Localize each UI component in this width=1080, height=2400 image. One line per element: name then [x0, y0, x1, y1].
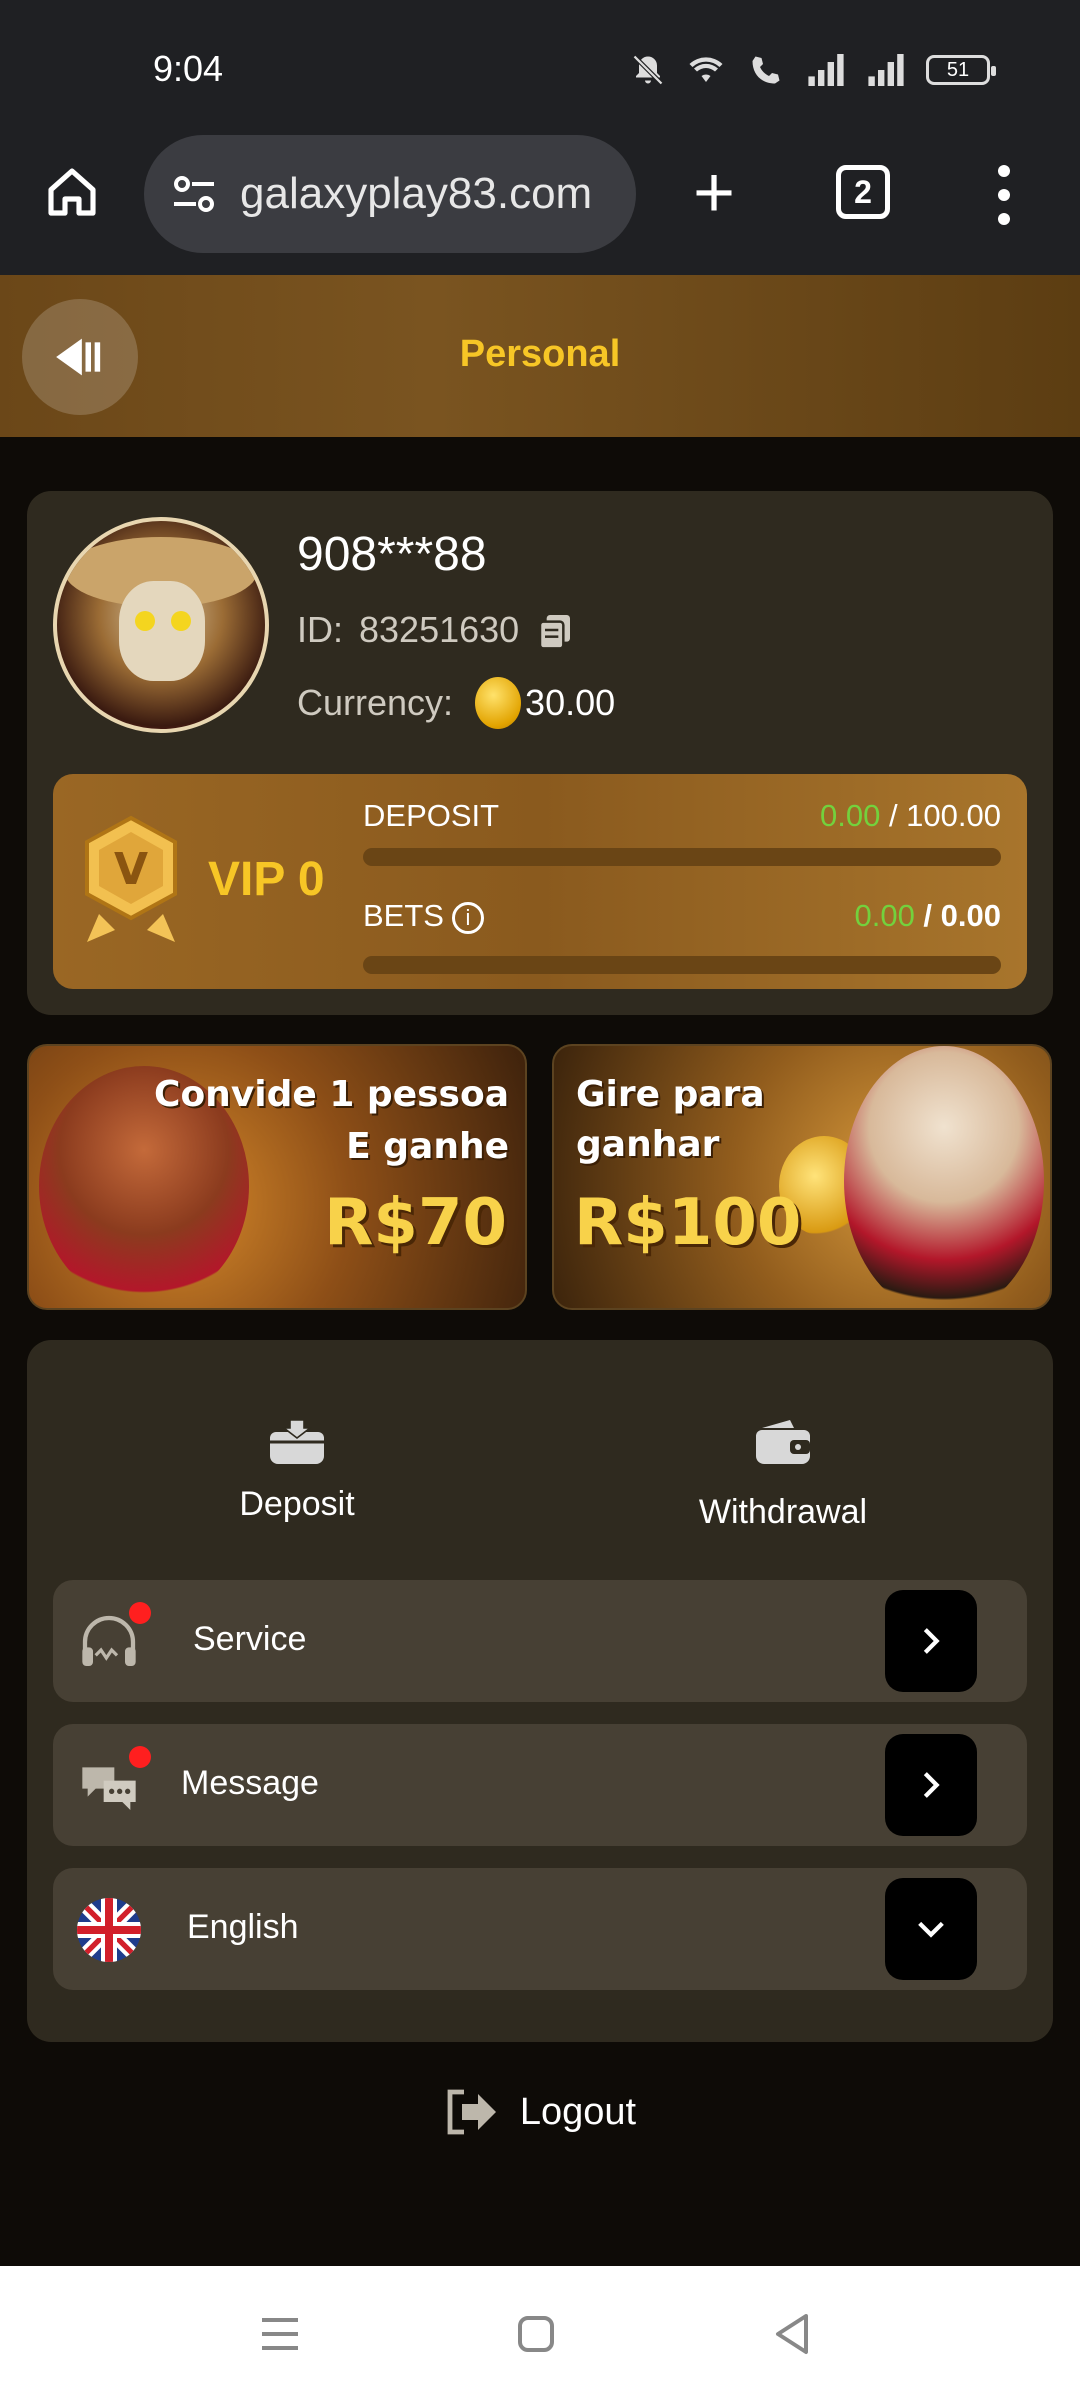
info-icon[interactable]: i: [451, 901, 484, 934]
currency-label: Currency:: [297, 682, 454, 723]
vip-progress-box: V VIP 0 DEPOSIT 0.00 / 100.00 BETS i 0.00…: [53, 774, 1027, 989]
uk-flag-icon: [77, 1898, 141, 1962]
spin-banner-line1: Gire para: [576, 1074, 765, 1115]
old-man-mascot-image: [844, 1046, 1044, 1308]
wifi-call-icon: [752, 56, 780, 84]
mute-icon: [632, 54, 664, 86]
bets-target: / 0.00: [914, 898, 1001, 933]
url-text: galaxyplay83.com: [240, 169, 593, 218]
language-row[interactable]: English: [53, 1868, 1027, 1990]
home-button[interactable]: [40, 160, 104, 224]
deposit-progress-bar: [363, 848, 1001, 866]
id-value: 83251630: [359, 609, 520, 650]
message-row[interactable]: Message: [53, 1724, 1027, 1846]
language-dropdown-button[interactable]: [885, 1878, 977, 1980]
status-icons: 51: [630, 52, 996, 88]
avatar[interactable]: [53, 517, 269, 733]
chevron-down-icon: [918, 1921, 944, 1938]
invite-banner[interactable]: Convide 1 pessoa E ganhe R$70: [27, 1044, 527, 1310]
bets-progress-bar: [363, 956, 1001, 974]
coin-icon: [475, 677, 522, 729]
service-notification-dot: [129, 1602, 151, 1624]
deposit-current: 0.00: [820, 798, 881, 833]
spin-banner[interactable]: Gire para ganhar R$100: [552, 1044, 1052, 1310]
page-title: Personal: [459, 333, 621, 375]
message-open-button[interactable]: [885, 1734, 977, 1836]
browser-menu-button[interactable]: [990, 165, 1018, 225]
back-nav-icon[interactable]: [768, 2310, 816, 2358]
withdrawal-button[interactable]: Withdrawal: [633, 1420, 933, 1532]
invite-banner-line1: Convide 1 pessoa: [154, 1074, 509, 1115]
user-id-row: ID: 83251630: [297, 609, 575, 651]
balance-value: 30.00: [525, 682, 616, 723]
bets-label: BETS: [363, 898, 444, 933]
logout-button[interactable]: Logout: [0, 2088, 1080, 2136]
deposit-value: 0.00 / 100.00: [820, 798, 1001, 834]
message-label: Message: [181, 1764, 319, 1802]
home-icon: [48, 168, 96, 216]
vip-level: VIP 0: [208, 853, 325, 906]
profile-card: 908***88 ID: 83251630 Currency: 30.00 V …: [27, 491, 1053, 1015]
status-time: 9:04: [153, 48, 224, 89]
spin-banner-amount: R$100: [574, 1186, 802, 1260]
id-label: ID:: [297, 609, 344, 650]
username: 908***88: [297, 528, 487, 581]
currency-row: Currency: 30.00: [297, 677, 615, 729]
tab-switcher-button[interactable]: 2: [836, 165, 890, 219]
bets-label-row: BETS i: [363, 898, 484, 934]
recent-apps-icon[interactable]: [256, 2310, 304, 2358]
logout-icon: [447, 2089, 496, 2135]
wifi-icon: [689, 57, 723, 82]
actions-card: Deposit Withdrawal Service Message Engli…: [27, 1340, 1053, 2042]
language-label: English: [187, 1908, 299, 1946]
deposit-target: / 100.00: [880, 798, 1001, 833]
address-bar[interactable]: galaxyplay83.com: [144, 135, 636, 253]
service-row[interactable]: Service: [53, 1580, 1027, 1702]
wallet-icon: [756, 1420, 810, 1464]
new-tab-button[interactable]: +: [684, 157, 744, 229]
battery-icon: 51: [926, 55, 996, 85]
deposit-label: Deposit: [239, 1485, 355, 1523]
service-open-button[interactable]: [885, 1590, 977, 1692]
chevron-right-icon: [923, 1628, 940, 1654]
bets-value: 0.00 / 0.00: [854, 898, 1001, 934]
invite-banner-amount: R$70: [324, 1186, 507, 1260]
chevron-right-icon: [923, 1772, 940, 1798]
service-label: Service: [193, 1620, 307, 1658]
bets-current: 0.00: [854, 898, 915, 933]
logout-label: Logout: [519, 2090, 637, 2133]
deposit-label: DEPOSIT: [363, 798, 500, 833]
invite-banner-line2: E ganhe: [346, 1126, 509, 1167]
svg-text:V: V: [114, 844, 148, 895]
system-nav-bar: [0, 2266, 1080, 2400]
home-nav-icon[interactable]: [512, 2310, 560, 2358]
signal-2-icon: [868, 54, 904, 86]
withdrawal-label: Withdrawal: [698, 1493, 868, 1531]
signal-1-icon: [808, 54, 844, 86]
browser-toolbar: galaxyplay83.com + 2: [0, 135, 1080, 275]
message-notification-dot: [129, 1746, 151, 1768]
deposit-button[interactable]: Deposit: [147, 1419, 447, 1524]
page-header: Personal: [0, 275, 1080, 437]
deposit-icon: [270, 1419, 324, 1464]
vip-badge-icon: V: [85, 815, 177, 942]
status-bar: 9:04 51: [0, 0, 1080, 135]
spin-banner-line2: ganhar: [576, 1124, 720, 1165]
copy-icon[interactable]: [535, 610, 575, 650]
site-settings-icon[interactable]: [170, 172, 218, 216]
